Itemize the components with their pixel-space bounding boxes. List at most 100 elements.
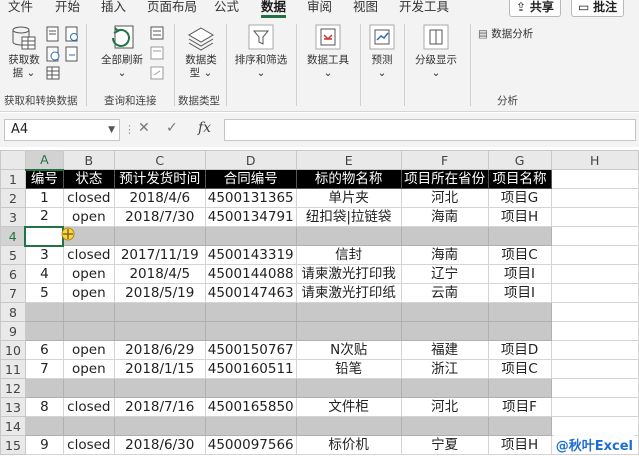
column-header-f[interactable]: F — [400, 150, 489, 170]
header-cell[interactable]: 状态 — [62, 169, 115, 189]
row-header[interactable]: 7 — [0, 283, 26, 303]
data-tools-button[interactable]: 数据工具 ⌄ — [300, 24, 356, 80]
header-cell[interactable]: 标的物名称 — [295, 169, 402, 189]
table-cell[interactable]: 信封 — [295, 245, 402, 265]
table-cell[interactable] — [400, 226, 489, 246]
empty-cell[interactable] — [550, 226, 639, 246]
formula-input[interactable] — [224, 119, 636, 141]
row-header[interactable]: 15 — [0, 435, 26, 455]
table-cell[interactable] — [487, 321, 552, 341]
empty-cell[interactable] — [550, 416, 639, 436]
table-cell[interactable]: 4500160511 — [204, 359, 297, 379]
name-box[interactable]: A4 ▼ — [4, 119, 120, 141]
table-cell[interactable]: 请柬激光打印我 — [295, 264, 402, 284]
table-cell[interactable] — [295, 378, 402, 398]
table-cell[interactable]: 福建 — [400, 340, 489, 360]
table-cell[interactable]: 2018/6/30 — [113, 435, 206, 455]
table-cell[interactable]: 海南 — [400, 245, 489, 265]
row-header[interactable]: 13 — [0, 397, 26, 417]
table-cell[interactable]: open — [62, 340, 115, 360]
row-header[interactable]: 4 — [0, 226, 27, 246]
table-cell[interactable]: 4500147463 — [204, 283, 297, 303]
queries-connections-icon[interactable] — [150, 26, 164, 40]
empty-cell[interactable] — [550, 169, 639, 189]
table-cell[interactable]: 2018/4/6 — [113, 188, 206, 208]
tab-page-layout[interactable]: 页面布局 — [147, 0, 197, 18]
row-header[interactable]: 12 — [0, 378, 26, 398]
tab-insert[interactable]: 插入 — [101, 0, 126, 18]
existing-connections-icon[interactable] — [65, 46, 79, 62]
active-cell[interactable] — [24, 225, 65, 247]
table-cell[interactable] — [62, 378, 115, 398]
table-cell[interactable] — [62, 416, 115, 436]
recent-sources-icon[interactable] — [65, 26, 79, 42]
table-cell[interactable]: 4500144088 — [204, 264, 297, 284]
empty-cell[interactable] — [550, 321, 639, 341]
table-cell[interactable]: 海南 — [400, 207, 489, 227]
drag-handle-icon[interactable]: ⋮ — [124, 123, 135, 136]
table-cell[interactable] — [62, 321, 115, 341]
table-cell[interactable] — [113, 416, 206, 436]
table-cell[interactable] — [487, 416, 552, 436]
table-cell[interactable] — [204, 226, 297, 246]
table-cell[interactable]: closed — [62, 397, 115, 417]
table-cell[interactable] — [204, 302, 297, 322]
table-cell[interactable]: 5 — [24, 283, 64, 303]
table-cell[interactable]: 2018/1/15 — [113, 359, 206, 379]
table-cell[interactable]: 4500097566 — [204, 435, 297, 455]
header-cell[interactable]: 项目所在省份 — [400, 169, 489, 189]
table-cell[interactable] — [113, 226, 206, 246]
table-cell[interactable]: open — [62, 359, 115, 379]
table-cell[interactable] — [487, 302, 552, 322]
table-cell[interactable]: 7 — [24, 359, 64, 379]
table-cell[interactable]: 1 — [24, 188, 64, 208]
from-table-icon[interactable] — [46, 66, 60, 80]
table-cell[interactable]: 2017/11/19 — [113, 245, 206, 265]
table-cell[interactable]: open — [62, 264, 115, 284]
table-cell[interactable] — [24, 416, 64, 436]
column-header-a[interactable]: A — [24, 150, 64, 171]
empty-cell[interactable] — [550, 188, 639, 208]
table-cell[interactable]: open — [62, 207, 115, 227]
get-data-button[interactable]: 获取数 据 ⌄ — [4, 24, 44, 80]
table-cell[interactable] — [400, 416, 489, 436]
table-cell[interactable]: closed — [62, 188, 115, 208]
table-cell[interactable]: 纽扣袋|拉链袋 — [295, 207, 402, 227]
table-cell[interactable]: 项目G — [487, 188, 552, 208]
header-cell[interactable]: 编号 — [24, 169, 64, 189]
row-header[interactable]: 9 — [0, 321, 26, 341]
row-header[interactable]: 2 — [0, 188, 26, 208]
table-cell[interactable] — [24, 378, 64, 398]
table-cell[interactable]: 文件柜 — [295, 397, 402, 417]
table-cell[interactable] — [204, 378, 297, 398]
enter-check-icon[interactable]: ✓ — [166, 120, 178, 136]
empty-cell[interactable] — [550, 283, 639, 303]
table-cell[interactable]: N次贴 — [295, 340, 402, 360]
table-cell[interactable]: 4500134791 — [204, 207, 297, 227]
table-cell[interactable]: 项目H — [487, 435, 552, 455]
table-cell[interactable]: 4500165850 — [204, 397, 297, 417]
table-cell[interactable]: 4500131365 — [204, 188, 297, 208]
insert-function-icon[interactable]: fx — [198, 120, 211, 136]
refresh-all-button[interactable]: 全部刷新 ⌄ — [96, 24, 148, 80]
table-cell[interactable]: 请柬激光打印纸 — [295, 283, 402, 303]
table-cell[interactable]: 2018/4/5 — [113, 264, 206, 284]
table-cell[interactable]: 标价机 — [295, 435, 402, 455]
table-cell[interactable]: 6 — [24, 340, 64, 360]
tab-review[interactable]: 审阅 — [307, 0, 332, 18]
table-cell[interactable] — [113, 321, 206, 341]
table-cell[interactable]: 浙江 — [400, 359, 489, 379]
empty-cell[interactable] — [550, 397, 639, 417]
table-cell[interactable]: 项目D — [487, 340, 552, 360]
table-cell[interactable]: 9 — [24, 435, 64, 455]
forecast-button[interactable]: 预测 ⌄ — [364, 24, 400, 80]
row-header[interactable]: 5 — [0, 245, 26, 265]
table-cell[interactable]: 2018/7/16 — [113, 397, 206, 417]
row-header[interactable]: 11 — [0, 359, 26, 379]
column-header-e[interactable]: E — [295, 150, 402, 170]
column-header-b[interactable]: B — [62, 150, 115, 170]
row-header[interactable]: 6 — [0, 264, 26, 284]
table-cell[interactable]: 2018/7/30 — [113, 207, 206, 227]
share-button[interactable]: ⇪ 共享 — [509, 0, 561, 17]
row-header[interactable]: 1 — [0, 169, 26, 189]
